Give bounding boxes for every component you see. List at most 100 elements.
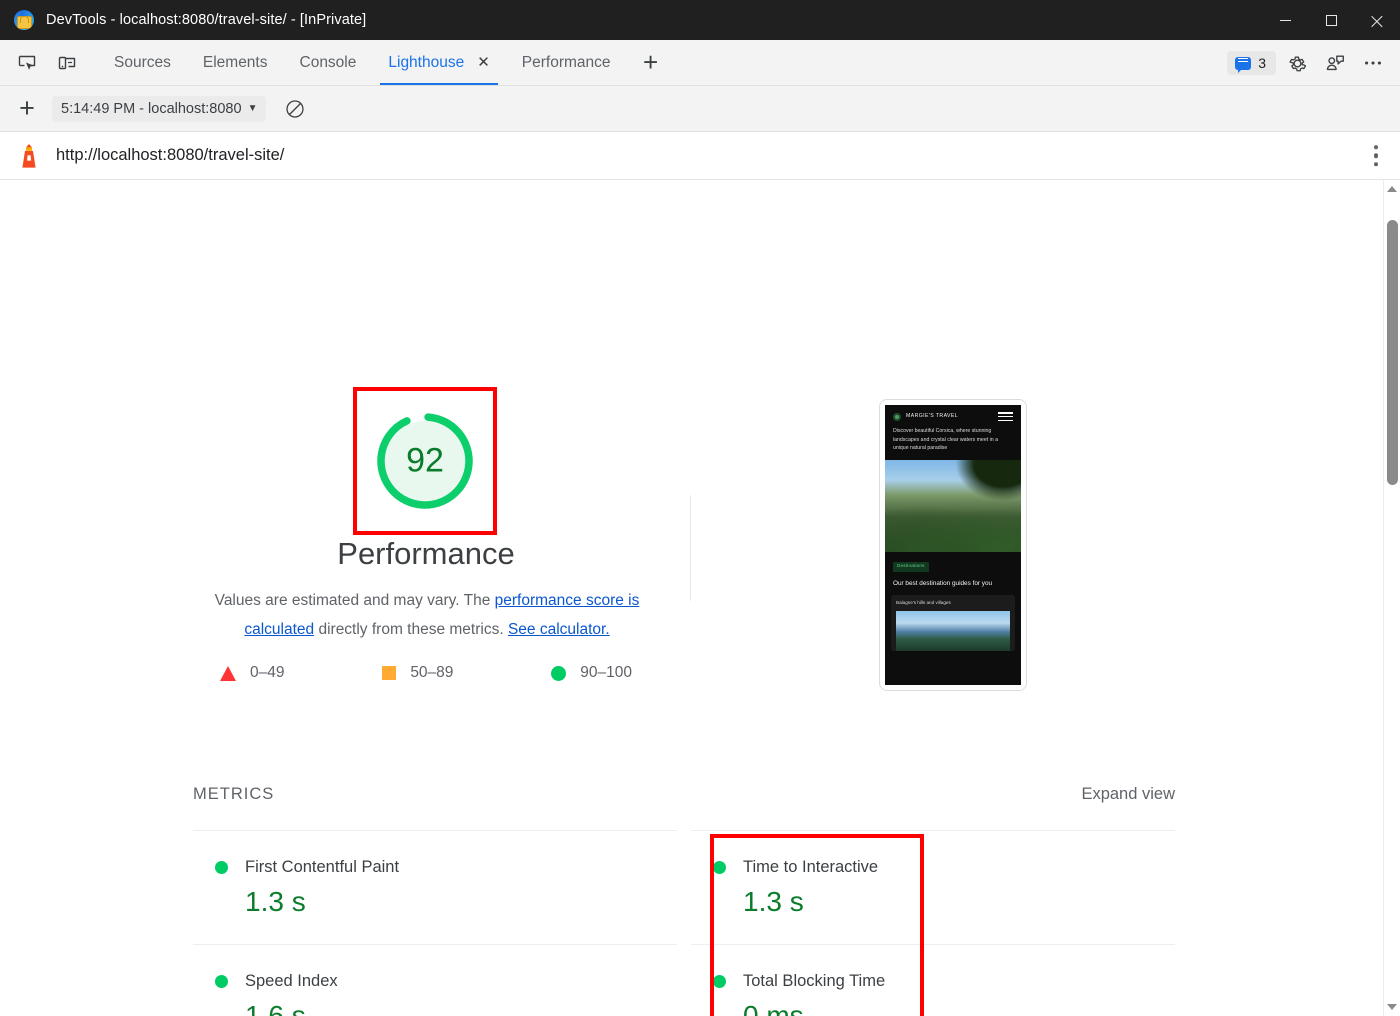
metric-name: Time to Interactive (743, 858, 878, 877)
device-toolbar-icon (57, 53, 77, 73)
metric-value: 1.3 s (691, 887, 1175, 918)
device-toolbar-button[interactable] (50, 47, 84, 79)
metric-time-to-interactive[interactable]: Time to Interactive 1.3 s (691, 830, 1175, 944)
title-bar: DevTools - localhost:8080/travel-site/ -… (0, 0, 1400, 40)
metric-speed-index[interactable]: Speed Index 1.6 s (193, 944, 677, 1016)
metrics-grid: First Contentful Paint 1.3 s Time to Int… (193, 830, 1175, 1016)
feedback-button[interactable] (1318, 47, 1352, 79)
add-tab-button[interactable]: + (631, 40, 671, 85)
tab-performance[interactable]: Performance (506, 40, 627, 85)
metric-head: Time to Interactive (691, 858, 1175, 877)
metric-head: First Contentful Paint (193, 858, 677, 877)
maximize-icon (1326, 15, 1337, 26)
more-options-icon (1362, 52, 1384, 74)
site-brand: MARGIE'S TRAVEL (906, 413, 958, 421)
circle-pass-icon (215, 975, 228, 988)
site-hero-image (885, 460, 1021, 552)
hero-divider (690, 495, 691, 601)
site-destination-card: Balagne's hills and villages (891, 595, 1015, 651)
score-legend: 0–49 50–89 90–100 (196, 664, 656, 682)
tab-sources[interactable]: Sources (98, 40, 187, 85)
lighthouse-logo-icon (18, 143, 40, 169)
highlight-score-gauge: 92 (353, 387, 497, 535)
metric-total-blocking-time[interactable]: Total Blocking Time 0 ms (691, 944, 1175, 1016)
legend-label: 0–49 (250, 664, 284, 682)
tab-close-icon[interactable]: ✕ (477, 55, 490, 70)
circle-pass-icon (215, 861, 228, 874)
performance-score-gauge[interactable]: 92 (371, 407, 479, 515)
kebab-menu-icon[interactable] (1374, 145, 1379, 167)
maximize-button[interactable] (1308, 0, 1354, 40)
site-destinations-section: Destinations Our best destination guides… (885, 552, 1021, 588)
inspect-element-button[interactable] (10, 47, 44, 79)
metric-name: First Contentful Paint (245, 858, 399, 877)
report-url-bar: http://localhost:8080/travel-site/ (0, 132, 1400, 180)
tab-label: Lighthouse (388, 54, 464, 72)
scroll-up-button[interactable] (1384, 180, 1400, 198)
report-scrollbar[interactable] (1383, 180, 1400, 1016)
tab-elements[interactable]: Elements (187, 40, 284, 85)
circle-pass-icon (713, 975, 726, 988)
issues-button[interactable]: 3 (1227, 51, 1276, 75)
feedback-person-icon (1324, 52, 1346, 74)
screenshot-site-header: MARGIE'S TRAVEL (885, 405, 1021, 425)
devtools-tab-strip: Sources Elements Console Lighthouse ✕ Pe… (0, 40, 1400, 86)
lighthouse-report: 92 Performance Values are estimated and … (0, 180, 1383, 1016)
metric-head: Total Blocking Time (691, 972, 1175, 991)
metrics-section-label: METRICS (193, 785, 274, 804)
final-screenshot-thumbnail[interactable]: MARGIE'S TRAVEL Discover beautiful Corsi… (879, 399, 1027, 691)
window-title: DevTools - localhost:8080/travel-site/ -… (46, 12, 366, 28)
metric-value: 1.6 s (193, 1001, 677, 1016)
more-options-button[interactable] (1356, 47, 1390, 79)
expand-view-button[interactable]: Expand view (1081, 785, 1175, 804)
site-lead-text: Discover beautiful Corsica, where stunni… (885, 425, 1021, 460)
metric-value: 1.3 s (193, 887, 677, 918)
edge-devtools-icon (14, 10, 34, 30)
close-button[interactable] (1354, 0, 1400, 40)
chevron-down-icon: ▼ (248, 103, 258, 114)
devtools-tabs: Sources Elements Console Lighthouse ✕ Pe… (98, 40, 671, 85)
legend-label: 90–100 (580, 664, 632, 682)
report-body: 92 Performance Values are estimated and … (0, 180, 1400, 1016)
tab-console[interactable]: Console (284, 40, 373, 85)
close-icon (1371, 14, 1384, 27)
scroll-down-button[interactable] (1384, 998, 1400, 1016)
scrollbar-thumb[interactable] (1387, 220, 1398, 485)
scrollbar-track[interactable] (1384, 198, 1400, 998)
minimize-icon (1280, 20, 1291, 21)
desc-part-2: directly from these metrics. (314, 621, 508, 638)
category-description: Values are estimated and may vary. The p… (186, 586, 668, 644)
issues-count: 3 (1258, 55, 1266, 71)
clear-all-icon (284, 98, 306, 120)
new-lighthouse-run-button[interactable]: + (10, 93, 44, 124)
tab-lighthouse[interactable]: Lighthouse ✕ (372, 40, 505, 85)
metric-name: Total Blocking Time (743, 972, 885, 991)
chevron-up-icon (1387, 186, 1397, 192)
metric-first-contentful-paint[interactable]: First Contentful Paint 1.3 s (193, 830, 677, 944)
inspect-element-icon (17, 53, 37, 73)
tab-label: Performance (522, 54, 611, 72)
report-hero: 92 Performance Values are estimated and … (0, 180, 1383, 580)
square-average-icon (382, 666, 396, 680)
site-logo-icon (893, 413, 901, 421)
report-url: http://localhost:8080/travel-site/ (56, 146, 284, 165)
desc-part-1: Values are estimated and may vary. The (215, 592, 495, 609)
screenshot-content: MARGIE'S TRAVEL Discover beautiful Corsi… (885, 405, 1021, 685)
see-calculator-link[interactable]: See calculator. (508, 621, 610, 638)
metric-name: Speed Index (245, 972, 338, 991)
site-section-badge: Destinations (893, 562, 929, 572)
performance-score-value: 92 (371, 442, 479, 481)
legend-item-pass: 90–100 (551, 664, 632, 682)
site-section-heading: Our best destination guides for you (893, 579, 1013, 588)
metric-head: Speed Index (193, 972, 677, 991)
settings-button[interactable] (1280, 47, 1314, 79)
metric-value: 0 ms (691, 1001, 1175, 1016)
category-title: Performance (196, 536, 656, 572)
clear-all-button[interactable] (280, 94, 310, 124)
run-selector-label: 5:14:49 PM - localhost:8080 (61, 101, 242, 117)
site-card-title: Balagne's hills and villages (896, 600, 1010, 607)
run-selector-dropdown[interactable]: 5:14:49 PM - localhost:8080 ▼ (52, 96, 266, 122)
chevron-down-icon (1387, 1004, 1397, 1010)
devtools-tool-icons (0, 40, 84, 85)
minimize-button[interactable] (1262, 0, 1308, 40)
